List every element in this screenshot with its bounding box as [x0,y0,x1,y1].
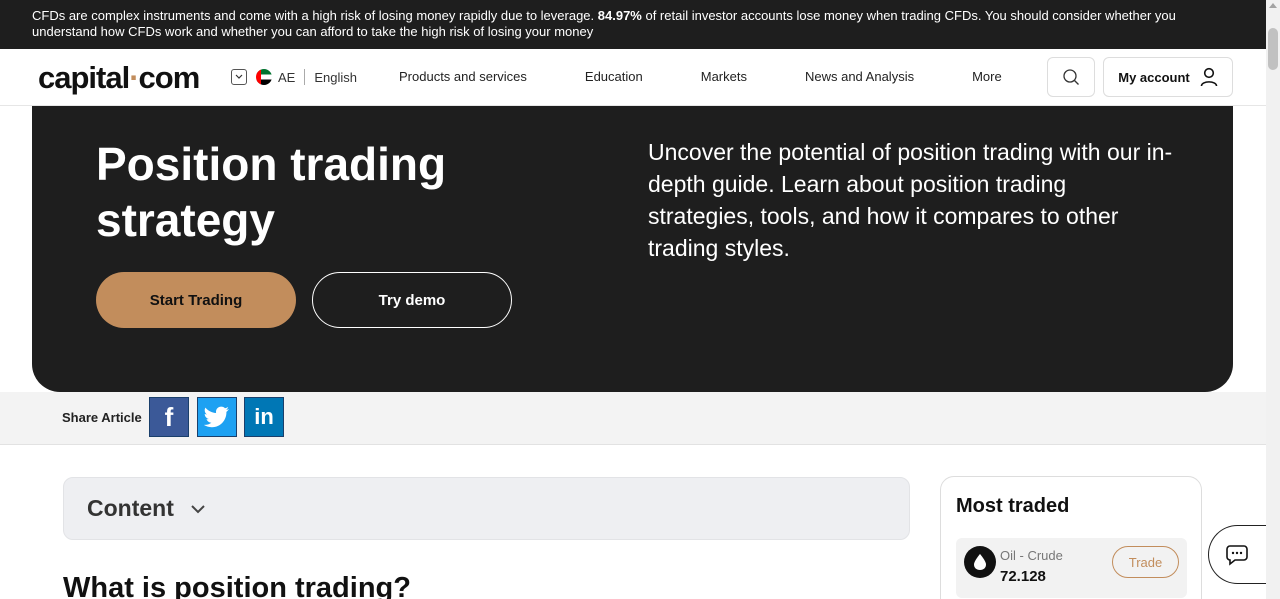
twitter-icon [204,406,229,428]
facebook-share-button[interactable]: f [149,397,189,437]
page-scrollbar[interactable] [1266,0,1280,599]
main-nav: Products and services Education Markets … [370,69,1031,84]
trade-button[interactable]: Trade [1112,546,1179,578]
instrument-price: 72.128 [1000,568,1046,585]
my-account-label: My account [1118,69,1190,85]
user-icon [1200,67,1218,87]
logo-text-right: com [138,60,201,95]
nav-products-and-services[interactable]: Products and services [370,69,556,84]
page-title: Position trading strategy [96,138,447,246]
oil-drop-icon [964,546,996,578]
my-account-button[interactable]: My account [1103,57,1233,97]
article-heading: What is position trading? [63,572,411,599]
linkedin-share-button[interactable]: in [244,397,284,437]
most-traded-widget: Most traded Oil - Crude 72.128 Trade [940,476,1202,599]
table-of-contents-toggle[interactable]: Content [63,477,910,540]
try-demo-button[interactable]: Try demo [312,272,512,328]
scroll-up-arrow-icon[interactable] [1269,3,1277,8]
region-code: AE [278,69,296,85]
capital-com-logo[interactable]: capital·com [38,60,201,96]
site-header: capital·com AE English Products and serv… [0,49,1266,106]
chevron-down-icon [191,504,205,513]
chat-icon [1225,544,1248,566]
nav-news-and-analysis[interactable]: News and Analysis [776,69,943,84]
risk-warning-text: CFDs are complex instruments and come wi… [32,8,598,23]
nav-education[interactable]: Education [556,69,672,84]
share-article-label: Share Article [62,410,142,425]
chevron-down-icon[interactable] [231,69,247,85]
share-article-bar: Share Article f in [0,392,1266,445]
content-label: Content [87,495,174,521]
nav-more[interactable]: More [943,69,1031,84]
uae-flag-icon [256,69,272,85]
search-button[interactable] [1047,57,1095,97]
region-language-selector[interactable]: AE English [231,69,357,85]
hero-section: Position trading strategy Uncover the po… [32,106,1233,392]
logo-text-left: capital [38,60,130,95]
chat-button[interactable] [1208,525,1268,584]
risk-warning-percent: 84.97% [597,8,642,23]
scrollbar-thumb[interactable] [1268,28,1278,70]
search-icon [1063,69,1079,85]
instrument-name: Oil - Crude [1000,548,1063,563]
logo-dot: · [129,60,139,95]
linkedin-icon: in [254,404,274,429]
facebook-icon: f [164,401,174,432]
divider [304,69,306,85]
twitter-share-button[interactable] [197,397,237,437]
hero-description: Uncover the potential of position tradin… [648,139,1173,261]
list-item[interactable]: Oil - Crude 72.128 Trade [956,538,1187,598]
nav-markets[interactable]: Markets [672,69,776,84]
start-trading-button[interactable]: Start Trading [96,272,296,328]
most-traded-title: Most traded [956,495,1070,517]
language-label[interactable]: English [314,70,357,85]
risk-warning-banner: CFDs are complex instruments and come wi… [0,0,1266,49]
